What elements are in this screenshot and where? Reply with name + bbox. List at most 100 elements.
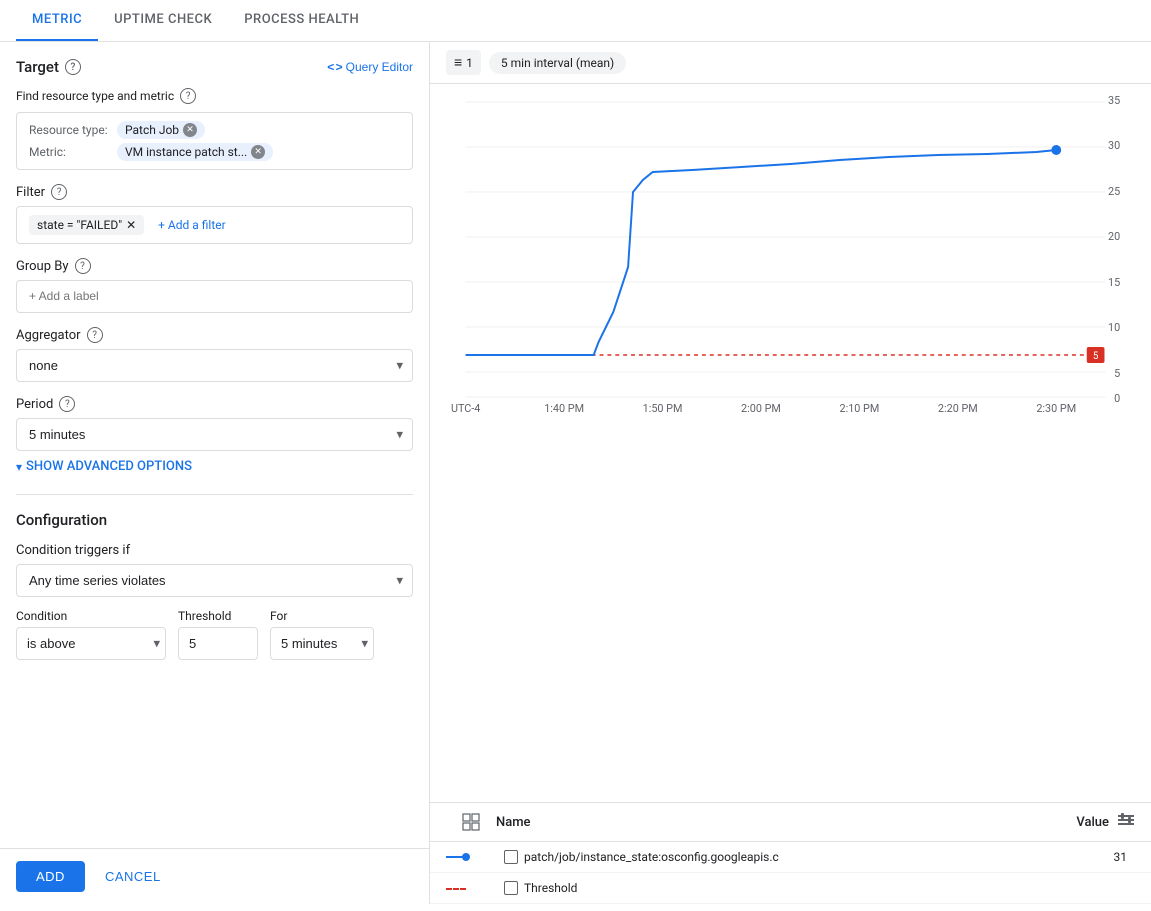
tab-process-health[interactable]: PROCESS HEALTH [228, 0, 375, 41]
period-label: Period ? [16, 396, 413, 412]
add-button[interactable]: ADD [16, 861, 85, 892]
svg-text:25: 25 [1108, 185, 1120, 198]
legend-header: Name Value [430, 803, 1151, 842]
resource-metric-box: Resource type: Patch Job ✕ Metric: VM in… [16, 112, 413, 170]
metric-chip[interactable]: VM instance patch st... ✕ [117, 143, 273, 161]
target-title-text: Target [16, 58, 59, 76]
group-by-box[interactable] [16, 280, 413, 313]
group-by-help-icon[interactable]: ? [75, 258, 91, 274]
add-filter-button[interactable]: + Add a filter [150, 215, 234, 235]
resource-type-chip[interactable]: Patch Job ✕ [117, 121, 205, 139]
cancel-button[interactable]: CANCEL [97, 861, 169, 892]
svg-text:0: 0 [1114, 392, 1120, 405]
legend-grid-icon [461, 812, 481, 832]
metric-label: Metric: [29, 145, 109, 159]
metric-chip-close[interactable]: ✕ [251, 145, 265, 159]
advanced-options-button[interactable]: ▾ SHOW ADVANCED OPTIONS [16, 459, 413, 474]
period-select[interactable]: 5 minutes [16, 418, 413, 451]
tab-uptime-check[interactable]: UPTIME CHECK [98, 0, 228, 41]
target-title: Target ? [16, 58, 81, 76]
legend-row-1-checkbox[interactable] [504, 881, 518, 895]
bottom-bar: ADD CANCEL [0, 848, 430, 904]
interval-badge[interactable]: 5 min interval (mean) [489, 52, 626, 74]
query-editor-label: Query Editor [346, 60, 413, 74]
threshold-input[interactable] [178, 627, 258, 660]
filter-state-close[interactable]: ✕ [126, 218, 136, 232]
period-select-wrapper: 5 minutes ▾ [16, 418, 413, 451]
period-help-icon[interactable]: ? [59, 396, 75, 412]
filter-help-icon[interactable]: ? [51, 184, 67, 200]
svg-text:5: 5 [1093, 351, 1099, 362]
target-section: Target ? < > Query Editor Find resource … [16, 58, 413, 474]
resource-type-label: Resource type: [29, 123, 109, 137]
top-tabs-bar: METRIC UPTIME CHECK PROCESS HEALTH [0, 0, 1151, 42]
condition-triggers-label: Condition triggers if [16, 543, 413, 558]
main-layout: Target ? < > Query Editor Find resource … [0, 42, 1151, 904]
metric-value: VM instance patch st... [125, 145, 247, 159]
resource-type-row: Resource type: Patch Job ✕ [29, 121, 400, 139]
filter-state-chip[interactable]: state = "FAILED" ✕ [29, 215, 144, 235]
tab-metric[interactable]: METRIC [16, 0, 98, 41]
for-select[interactable]: 1 minute 2 minutes 5 minutes 10 minutes … [270, 627, 374, 660]
section-divider [16, 494, 413, 495]
legend-row-0-value: 31 [1114, 850, 1128, 864]
configuration-section: Configuration Condition triggers if Any … [16, 511, 413, 660]
svg-text:30: 30 [1108, 139, 1120, 152]
find-resource-label: Find resource type and metric ? [16, 88, 413, 104]
svg-text:1:50 PM: 1:50 PM [643, 402, 683, 412]
svg-text:20: 20 [1108, 230, 1120, 243]
for-label: For [270, 609, 374, 623]
for-field: For 1 minute 2 minutes 5 minutes 10 minu… [270, 609, 374, 660]
threshold-label: Threshold [178, 609, 258, 623]
aggregator-section: Aggregator ? none ▾ [16, 327, 413, 382]
legend-row-0-icon [446, 856, 496, 858]
aggregator-select-wrapper: none ▾ [16, 349, 413, 382]
condition-select[interactable]: is above is below is above or equal to i… [16, 627, 166, 660]
svg-text:UTC-4: UTC-4 [451, 402, 480, 412]
target-section-header: Target ? < > Query Editor [16, 58, 413, 76]
query-editor-button[interactable]: < > Query Editor [327, 60, 413, 74]
svg-text:2:30 PM: 2:30 PM [1036, 402, 1076, 412]
filter-count: 1 [466, 56, 473, 70]
group-by-section: Group By ? [16, 258, 413, 313]
svg-text:10: 10 [1108, 321, 1120, 334]
legend-row-0-checkbox[interactable] [504, 850, 518, 864]
condition-triggers-section: Condition triggers if Any time series vi… [16, 543, 413, 597]
svg-text:2:00 PM: 2:00 PM [741, 402, 781, 412]
left-panel: Target ? < > Query Editor Find resource … [0, 42, 430, 904]
filter-state-label: state = "FAILED" [37, 218, 122, 232]
condition-threshold-row: Condition is above is below is above or … [16, 609, 413, 660]
legend-row-1: Threshold [430, 873, 1151, 904]
right-panel: ≡ 1 5 min interval (mean) 35 30 25 20 15… [430, 42, 1151, 904]
metric-row: Metric: VM instance patch st... ✕ [29, 143, 400, 161]
aggregator-select[interactable]: none [16, 349, 413, 382]
svg-text:35: 35 [1108, 94, 1120, 107]
condition-field: Condition is above is below is above or … [16, 609, 166, 660]
group-by-label: Group By ? [16, 258, 413, 274]
group-by-input[interactable] [29, 289, 400, 303]
resource-type-chip-close[interactable]: ✕ [183, 123, 197, 137]
condition-select-wrapper: is above is below is above or equal to i… [16, 627, 166, 660]
resource-type-value: Patch Job [125, 123, 179, 137]
chart-svg: 35 30 25 20 15 10 5 0 [446, 92, 1135, 412]
svg-text:2:10 PM: 2:10 PM [839, 402, 879, 412]
legend-settings-icon[interactable] [1117, 811, 1135, 833]
target-help-icon[interactable]: ? [65, 59, 81, 75]
svg-text:5: 5 [1114, 367, 1120, 380]
legend-row-1-name: Threshold [524, 881, 1127, 895]
threshold-field: Threshold [178, 609, 258, 660]
aggregator-help-icon[interactable]: ? [87, 327, 103, 343]
chart-container: 35 30 25 20 15 10 5 0 [430, 84, 1151, 802]
condition-label: Condition [16, 609, 166, 623]
filter-box: state = "FAILED" ✕ + Add a filter [16, 206, 413, 244]
legend-row-1-icon [446, 887, 496, 890]
advanced-options-label: SHOW ADVANCED OPTIONS [26, 459, 192, 474]
chart-topbar: ≡ 1 5 min interval (mean) [430, 42, 1151, 84]
legend-value-col-header: Value [1076, 815, 1109, 830]
legend-table: Name Value [430, 802, 1151, 904]
find-resource-help-icon[interactable]: ? [180, 88, 196, 104]
aggregator-label: Aggregator ? [16, 327, 413, 343]
svg-text:1:40 PM: 1:40 PM [544, 402, 584, 412]
triggers-select[interactable]: Any time series violates All time series… [16, 564, 413, 597]
filter-count-badge[interactable]: ≡ 1 [446, 50, 481, 75]
